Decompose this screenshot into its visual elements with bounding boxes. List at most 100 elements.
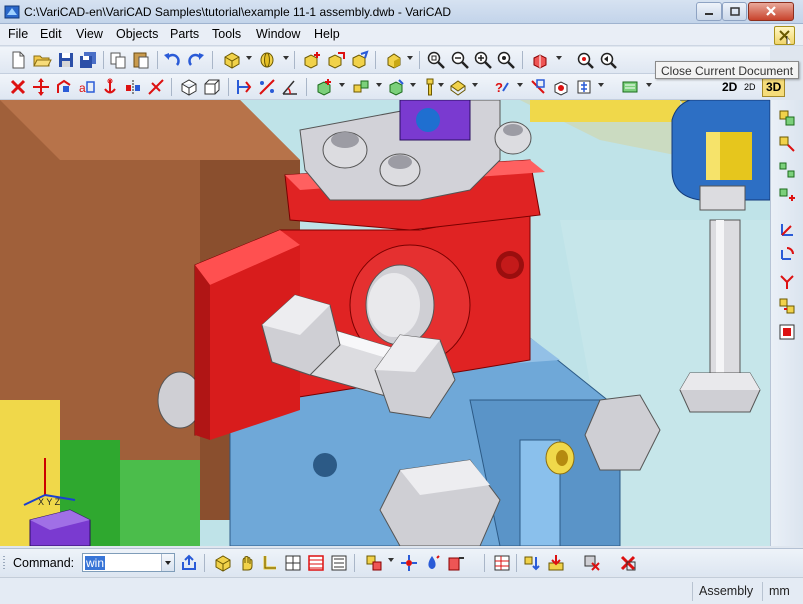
bom-icon[interactable]	[620, 77, 640, 97]
3d-viewport[interactable]: X Y Z	[0, 100, 770, 546]
menu-file[interactable]: File	[8, 27, 28, 41]
paste-icon[interactable]	[131, 50, 151, 70]
delete-part-icon[interactable]	[618, 553, 638, 573]
command-input[interactable]: win	[82, 553, 175, 572]
section-plane-icon[interactable]	[283, 553, 303, 573]
section-red-icon[interactable]	[306, 553, 326, 573]
set-origin-icon[interactable]	[777, 272, 797, 292]
l-shape-icon[interactable]	[260, 553, 280, 573]
box-outline-icon[interactable]	[202, 77, 222, 97]
dropdown-arrow-icon[interactable]	[407, 56, 413, 60]
dimension-icon[interactable]	[257, 77, 277, 97]
hand-pan-icon[interactable]	[237, 553, 257, 573]
rotate-coordinate-icon[interactable]	[777, 244, 797, 264]
dropdown-arrow-icon[interactable]	[517, 83, 523, 87]
explode-icon[interactable]	[399, 553, 419, 573]
shaded-view-icon[interactable]	[384, 50, 404, 70]
undo-icon[interactable]	[162, 50, 182, 70]
download-icon[interactable]	[546, 553, 566, 573]
open-folder-icon[interactable]	[32, 50, 52, 70]
menu-view[interactable]: View	[76, 27, 103, 41]
sort-icon[interactable]	[522, 553, 542, 573]
move-origin-icon[interactable]	[777, 296, 797, 316]
copy-objects-icon[interactable]: a	[77, 77, 97, 97]
group-icon[interactable]	[777, 160, 797, 180]
close-window-button[interactable]	[748, 2, 794, 21]
save-icon[interactable]	[56, 50, 76, 70]
dropdown-arrow-icon[interactable]	[410, 83, 416, 87]
insert-part-icon[interactable]	[326, 50, 346, 70]
link-parts-icon[interactable]	[351, 77, 371, 97]
dropdown-arrow-icon[interactable]	[388, 558, 394, 562]
command-input-value[interactable]: win	[85, 556, 106, 570]
dropdown-arrow-icon[interactable]	[438, 83, 444, 87]
save-all-icon[interactable]	[78, 50, 98, 70]
assembly-model-render[interactable]: X Y Z	[0, 100, 770, 546]
run-command-icon[interactable]	[180, 554, 198, 572]
section-view-icon[interactable]	[531, 50, 551, 70]
dropdown-arrow-icon[interactable]	[472, 83, 478, 87]
hatch-icon[interactable]	[446, 553, 466, 573]
zoom-previous-icon[interactable]	[598, 50, 618, 70]
move-objects-icon[interactable]	[31, 77, 51, 97]
copy-icon[interactable]	[108, 50, 128, 70]
view-2d-button[interactable]: 2D	[718, 77, 741, 97]
box-wireframe-icon[interactable]	[179, 77, 199, 97]
zoom-window-icon[interactable]	[426, 50, 446, 70]
zoom-all-icon[interactable]	[496, 50, 516, 70]
zoom-out-icon[interactable]	[450, 50, 470, 70]
dropdown-arrow-icon[interactable]	[283, 56, 289, 60]
insert-component-icon[interactable]	[314, 77, 334, 97]
table-icon[interactable]	[492, 553, 512, 573]
menu-window[interactable]: Window	[256, 27, 300, 41]
trim-icon[interactable]	[146, 77, 166, 97]
insert-solid-icon[interactable]	[302, 50, 322, 70]
rotate-objects-icon[interactable]	[54, 77, 74, 97]
remove-link-icon[interactable]	[582, 553, 602, 573]
menu-objects[interactable]: Objects	[116, 27, 158, 41]
coordinate-system-icon[interactable]	[777, 220, 797, 240]
clip-plane-icon[interactable]	[329, 553, 349, 573]
parts-list-icon[interactable]	[364, 553, 384, 573]
new-file-icon[interactable]	[8, 50, 28, 70]
minimize-button[interactable]	[696, 2, 722, 21]
dropdown-arrow-icon[interactable]	[376, 83, 382, 87]
dropdown-arrow-icon[interactable]	[646, 83, 652, 87]
bolt-icon[interactable]	[420, 77, 440, 97]
dropdown-arrow-icon[interactable]	[556, 56, 562, 60]
dropdown-arrow-icon[interactable]	[339, 83, 345, 87]
link-icon[interactable]	[777, 134, 797, 154]
anchor-icon[interactable]	[100, 77, 120, 97]
menu-parts[interactable]: Parts	[170, 27, 199, 41]
cube-view-icon[interactable]	[213, 553, 233, 573]
view-3d-button[interactable]: 3D	[762, 77, 786, 97]
material-icon[interactable]	[448, 77, 468, 97]
menu-help[interactable]: Help	[314, 27, 340, 41]
redo-icon[interactable]	[186, 50, 206, 70]
dropdown-arrow-icon[interactable]	[598, 83, 604, 87]
zoom-center-icon[interactable]	[575, 50, 595, 70]
angle-icon[interactable]	[280, 77, 300, 97]
delete-objects-icon[interactable]	[8, 77, 28, 97]
dropdown-arrow-icon[interactable]	[246, 56, 252, 60]
view-2d-alt-button[interactable]: 2D	[740, 79, 760, 99]
varicad-app-icon[interactable]	[4, 4, 20, 20]
selection-filter-icon[interactable]	[777, 322, 797, 342]
command-dropdown-button[interactable]	[161, 554, 174, 571]
attributes-icon[interactable]	[551, 77, 571, 97]
menu-tools[interactable]: Tools	[212, 27, 241, 41]
assembly-tree-icon[interactable]	[777, 108, 797, 128]
edit-solid-icon[interactable]	[350, 50, 370, 70]
parameters-icon[interactable]	[528, 77, 548, 97]
ungroup-icon[interactable]	[777, 186, 797, 206]
close-document-button[interactable]	[774, 26, 795, 49]
maximize-button[interactable]	[722, 2, 747, 21]
calculation-icon[interactable]	[574, 77, 594, 97]
zoom-in-icon[interactable]	[473, 50, 493, 70]
check-interference-icon[interactable]: ?	[493, 77, 513, 97]
measure-icon[interactable]	[234, 77, 254, 97]
mirror-icon[interactable]	[123, 77, 143, 97]
menu-edit[interactable]: Edit	[40, 27, 62, 41]
edit-part-icon[interactable]	[386, 77, 406, 97]
cylinder-solid-icon[interactable]	[257, 50, 277, 70]
